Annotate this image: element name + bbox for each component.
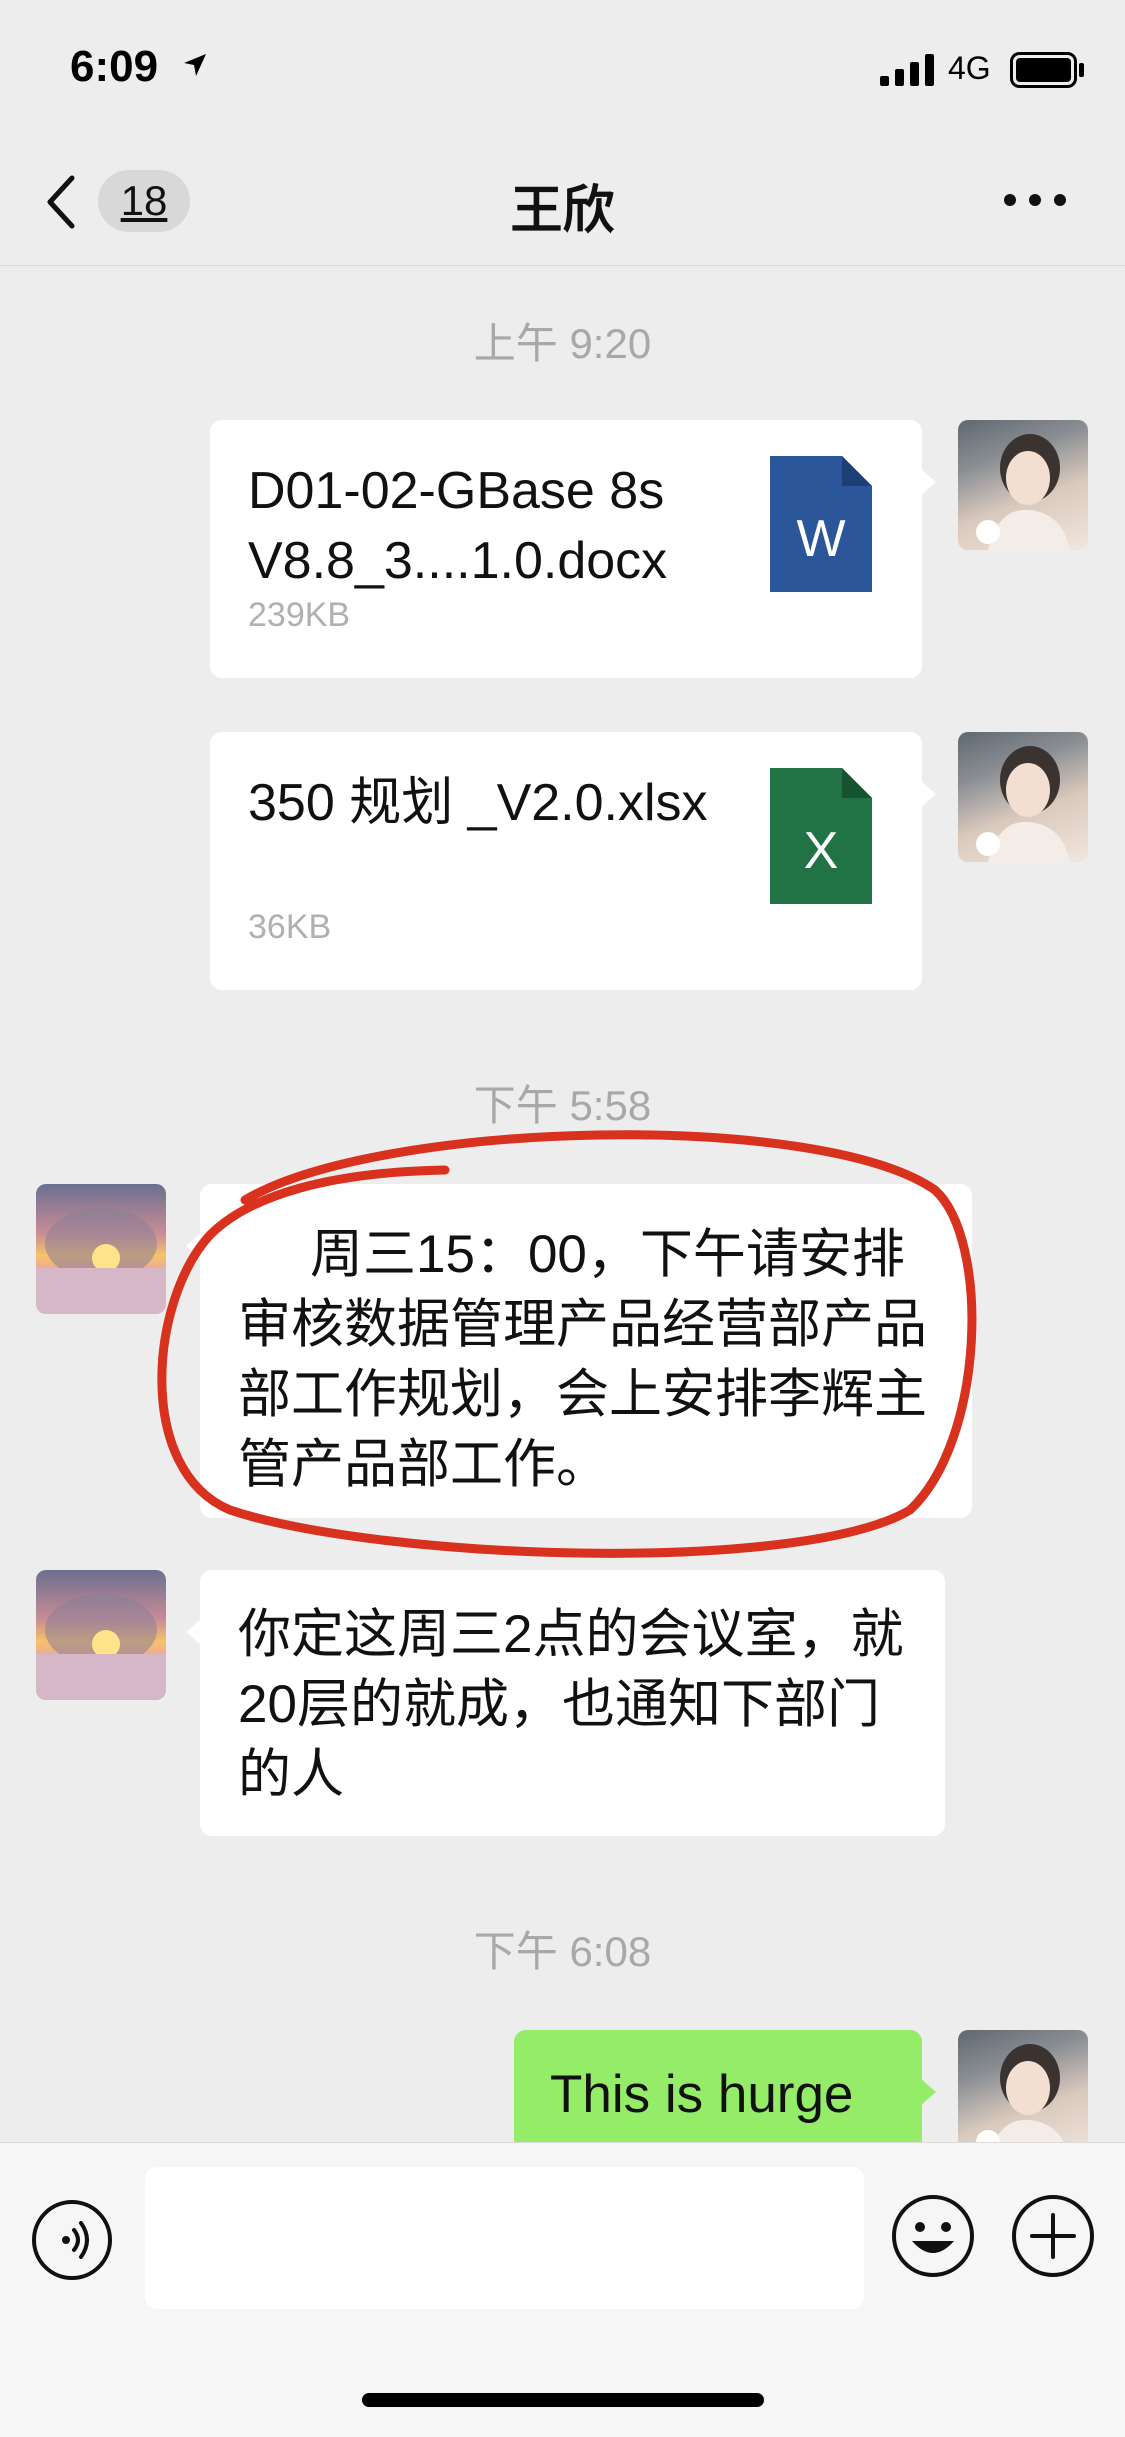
timestamp: 上午 9:20 bbox=[473, 320, 652, 367]
more-icon[interactable] bbox=[1000, 188, 1070, 212]
message-text: 周三15：00，下午请安排审核数据管理产品经营部产品部工作规划，会上安排李辉主管… bbox=[238, 1225, 927, 1494]
timestamp: 下午 6:08 bbox=[473, 1928, 652, 1975]
signal-icon bbox=[880, 54, 934, 86]
home-indicator bbox=[362, 2393, 764, 2407]
file-message[interactable]: 350 规划 _V2.0.xlsx 36KB X bbox=[210, 732, 936, 990]
voice-icon[interactable] bbox=[30, 2198, 114, 2282]
message-input[interactable] bbox=[145, 2167, 864, 2309]
emoji-icon[interactable] bbox=[890, 2193, 976, 2279]
message-text: 你定这周三2点的会议室，就20层的就成，也通知下部门的人 bbox=[238, 1605, 904, 1804]
text-message[interactable]: 周三15：00，下午请安排审核数据管理产品经营部产品部工作规划，会上安排李辉主管… bbox=[186, 1184, 972, 1518]
avatar-portrait-icon bbox=[976, 434, 1070, 550]
avatar[interactable] bbox=[958, 2030, 1088, 2160]
avatar[interactable] bbox=[958, 732, 1088, 862]
file-name: D01-02-GBase 8s V8.8_3....1.0.docx bbox=[248, 462, 668, 590]
timestamp: 下午 5:58 bbox=[473, 1082, 652, 1129]
avatar-sunset-icon bbox=[36, 1594, 166, 1700]
excel-file-letter: X bbox=[804, 822, 839, 880]
avatar-portrait-icon bbox=[976, 746, 1070, 862]
avatar[interactable] bbox=[36, 1184, 166, 1314]
location-arrow-icon bbox=[184, 54, 206, 76]
avatar-sunset-icon bbox=[36, 1208, 166, 1314]
network-type: 4G bbox=[948, 50, 991, 86]
file-size: 36KB bbox=[248, 908, 332, 946]
text-message[interactable]: This is hurge bbox=[514, 2030, 936, 2160]
status-bar: 6:09 4G bbox=[0, 0, 1125, 140]
input-bar bbox=[0, 2142, 1125, 2437]
avatar[interactable] bbox=[36, 1570, 166, 1700]
word-file-icon: W bbox=[770, 456, 872, 592]
word-file-letter: W bbox=[796, 510, 845, 568]
chat-header: 18 王欣 bbox=[0, 140, 1125, 266]
message-text: This is hurge bbox=[550, 2065, 854, 2124]
avatar[interactable] bbox=[958, 420, 1088, 550]
status-time: 6:09 bbox=[70, 42, 159, 91]
file-message[interactable]: D01-02-GBase 8s V8.8_3....1.0.docx 239KB… bbox=[210, 420, 936, 678]
file-size: 239KB bbox=[248, 596, 351, 634]
chat-title: 王欣 bbox=[510, 182, 615, 240]
plus-icon[interactable] bbox=[1010, 2193, 1096, 2279]
file-name: 350 规划 _V2.0.xlsx bbox=[248, 774, 708, 832]
text-message[interactable]: 你定这周三2点的会议室，就20层的就成，也通知下部门的人 bbox=[186, 1570, 945, 1836]
battery-icon bbox=[1010, 52, 1084, 88]
excel-file-icon: X bbox=[770, 768, 872, 904]
avatar-portrait-icon bbox=[976, 2044, 1070, 2160]
